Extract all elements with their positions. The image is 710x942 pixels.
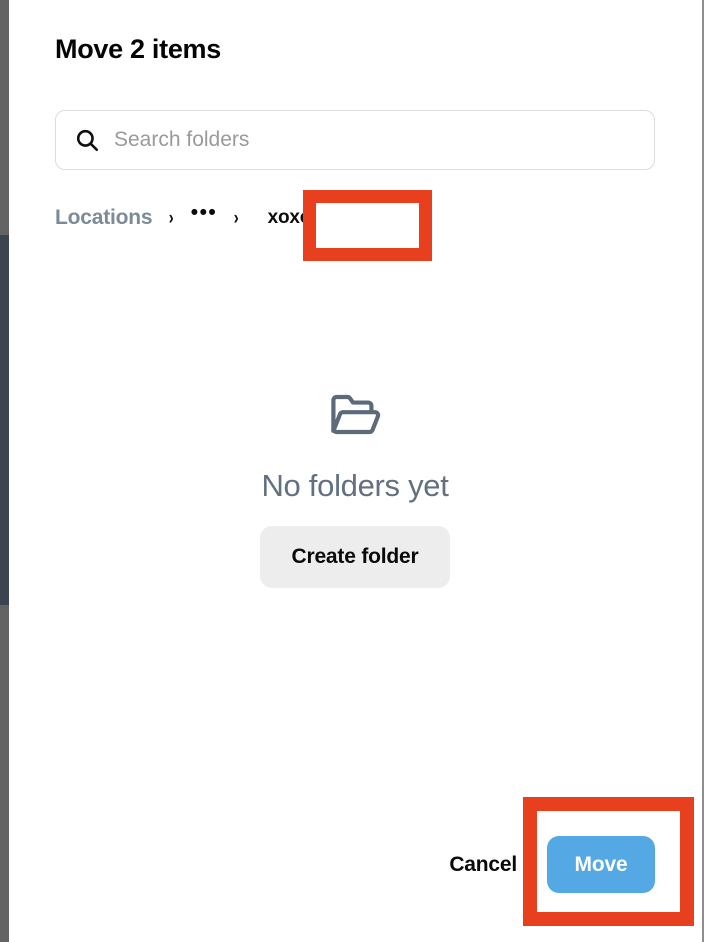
- search-icon: [74, 127, 100, 153]
- chevron-right-icon: ›: [169, 207, 175, 229]
- move-button[interactable]: Move: [547, 836, 655, 893]
- breadcrumb-overflow-ellipsis[interactable]: •••: [191, 202, 218, 223]
- breadcrumb-item-locations[interactable]: Locations: [55, 206, 153, 230]
- page-title: Move 2 items: [55, 34, 221, 64]
- open-folder-icon: [329, 392, 381, 438]
- breadcrumb-item-current[interactable]: xoxo: [268, 207, 312, 229]
- dialog-footer-actions: Cancel Move: [445, 836, 655, 893]
- empty-state: No folders yet Create folder: [55, 392, 655, 588]
- window-right-gutter: [704, 0, 710, 942]
- search-input[interactable]: [114, 123, 640, 157]
- chevron-right-icon: ›: [233, 207, 239, 229]
- background-sidebar-strip: [0, 235, 9, 605]
- move-items-dialog: Move 2 items Locations › ••• › xoxo: [9, 0, 703, 942]
- create-folder-button[interactable]: Create folder: [259, 526, 451, 588]
- search-folders-box[interactable]: [55, 110, 655, 170]
- window-right-border: [702, 0, 704, 942]
- screen: Move 2 items Locations › ••• › xoxo: [0, 0, 710, 942]
- breadcrumb: Locations › ••• › xoxo: [55, 202, 312, 233]
- empty-state-title: No folders yet: [261, 468, 449, 503]
- cancel-button[interactable]: Cancel: [445, 843, 521, 887]
